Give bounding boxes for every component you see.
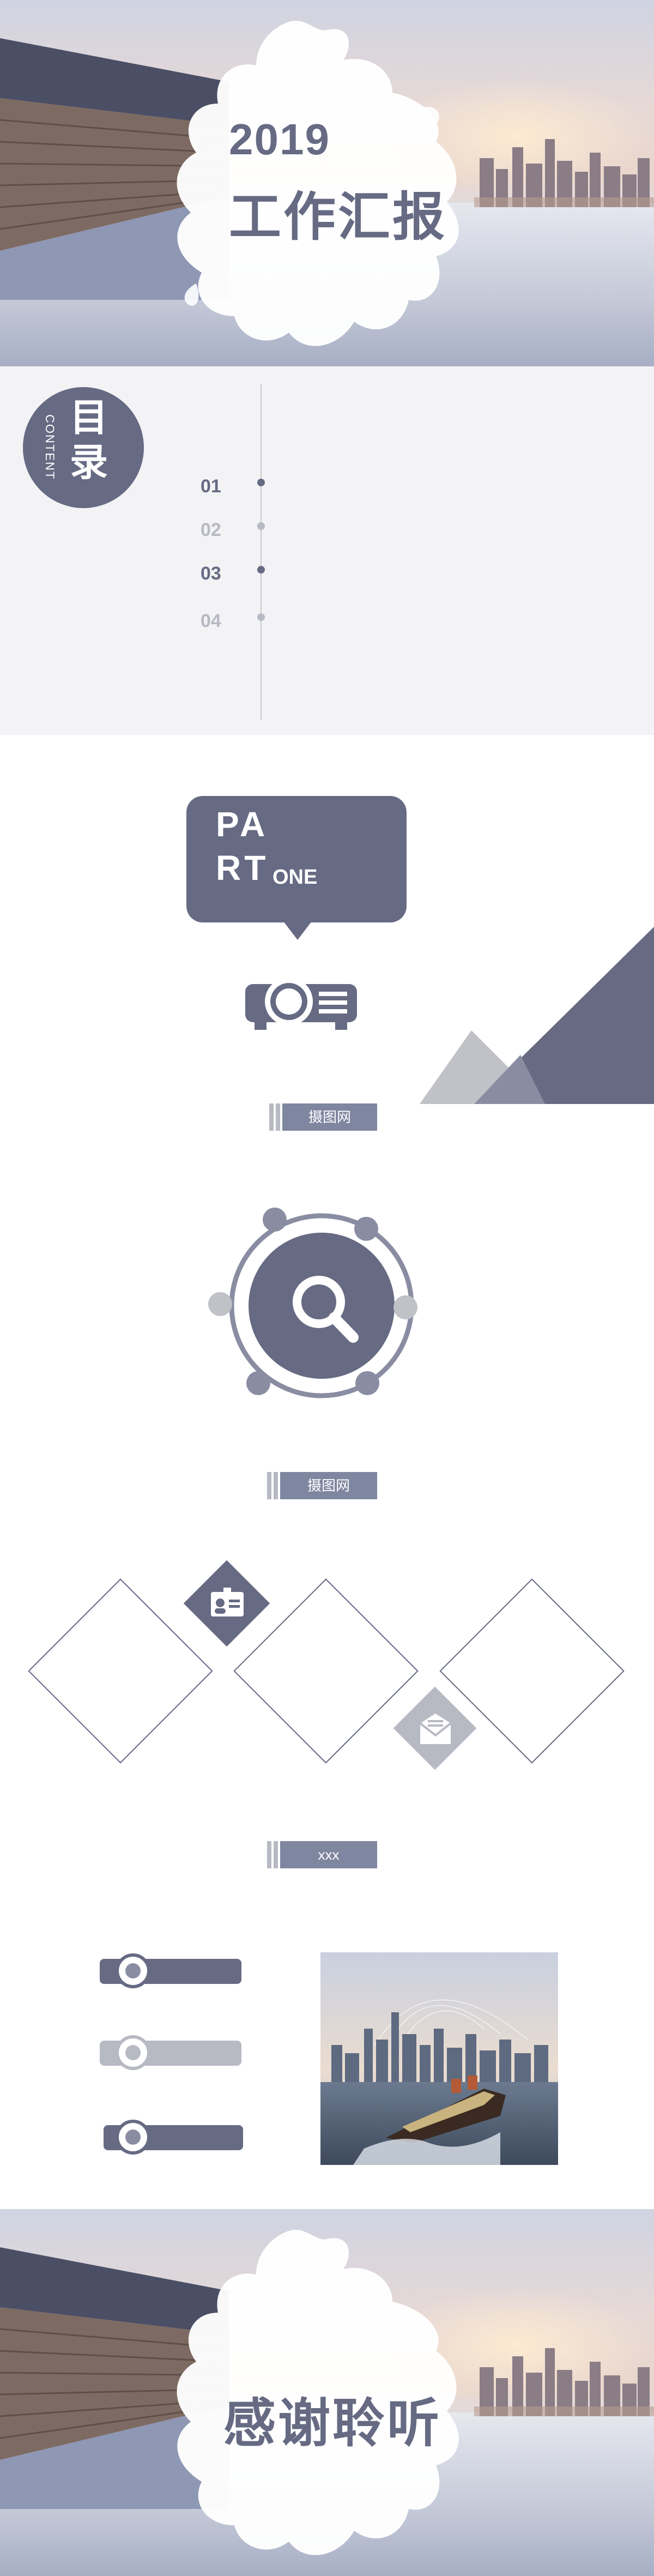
- list-item-1-dot: [125, 1963, 141, 1978]
- id-card-glyph: [211, 1588, 244, 1616]
- cover-title: 工作汇报: [229, 188, 447, 246]
- toc-item-01[interactable]: 01: [201, 476, 221, 497]
- chat-icon[interactable]: [393, 1295, 417, 1319]
- toc-heading: 目录: [70, 396, 108, 484]
- part-one-label: 摄图网: [282, 1103, 377, 1131]
- triangle-decoration: [420, 927, 654, 1104]
- cover-slide: 2019 工作汇报: [0, 0, 654, 366]
- toc-item-03[interactable]: 03: [201, 563, 221, 584]
- toc-subheading: CONTENT: [43, 414, 57, 480]
- projector-icon: [245, 978, 357, 1030]
- cover-year: 2019: [229, 115, 330, 164]
- diamond-card-1[interactable]: [28, 1578, 213, 1764]
- part-title-line2: RT: [216, 848, 269, 888]
- search-icon[interactable]: [208, 1292, 232, 1316]
- bubble-tail: [283, 921, 312, 940]
- part-title: PA RT: [216, 803, 269, 890]
- megaphone-icon[interactable]: [246, 1371, 270, 1395]
- list-item-2-dot: [125, 2045, 141, 2060]
- mail-glyph: [419, 1714, 452, 1744]
- toc-item-04[interactable]: 04: [201, 611, 221, 632]
- part-suffix: ONE: [272, 866, 318, 889]
- diamond-label: xxx: [280, 1841, 377, 1868]
- list-item-3-dot: [125, 2129, 141, 2145]
- thanks-title: 感谢聆听: [223, 2394, 441, 2453]
- toc-dot: [257, 479, 265, 486]
- thanks-slide: 感谢聆听: [0, 2209, 654, 2576]
- toc-dot: [257, 522, 265, 530]
- search-label: 摄图网: [280, 1472, 377, 1499]
- calendar-icon[interactable]: [263, 1208, 287, 1232]
- calendar-icon[interactable]: [355, 1371, 379, 1395]
- toc-dot: [257, 613, 265, 621]
- ship-city-photo: [320, 1952, 558, 2165]
- megaphone-icon[interactable]: [354, 1217, 378, 1241]
- city-skyline: [474, 139, 654, 207]
- toc-timeline: [261, 384, 262, 720]
- toc-item-02[interactable]: 02: [201, 520, 221, 541]
- part-title-line1: PA: [216, 805, 269, 844]
- toc-dot: [257, 566, 265, 574]
- city-skyline: [474, 2348, 654, 2416]
